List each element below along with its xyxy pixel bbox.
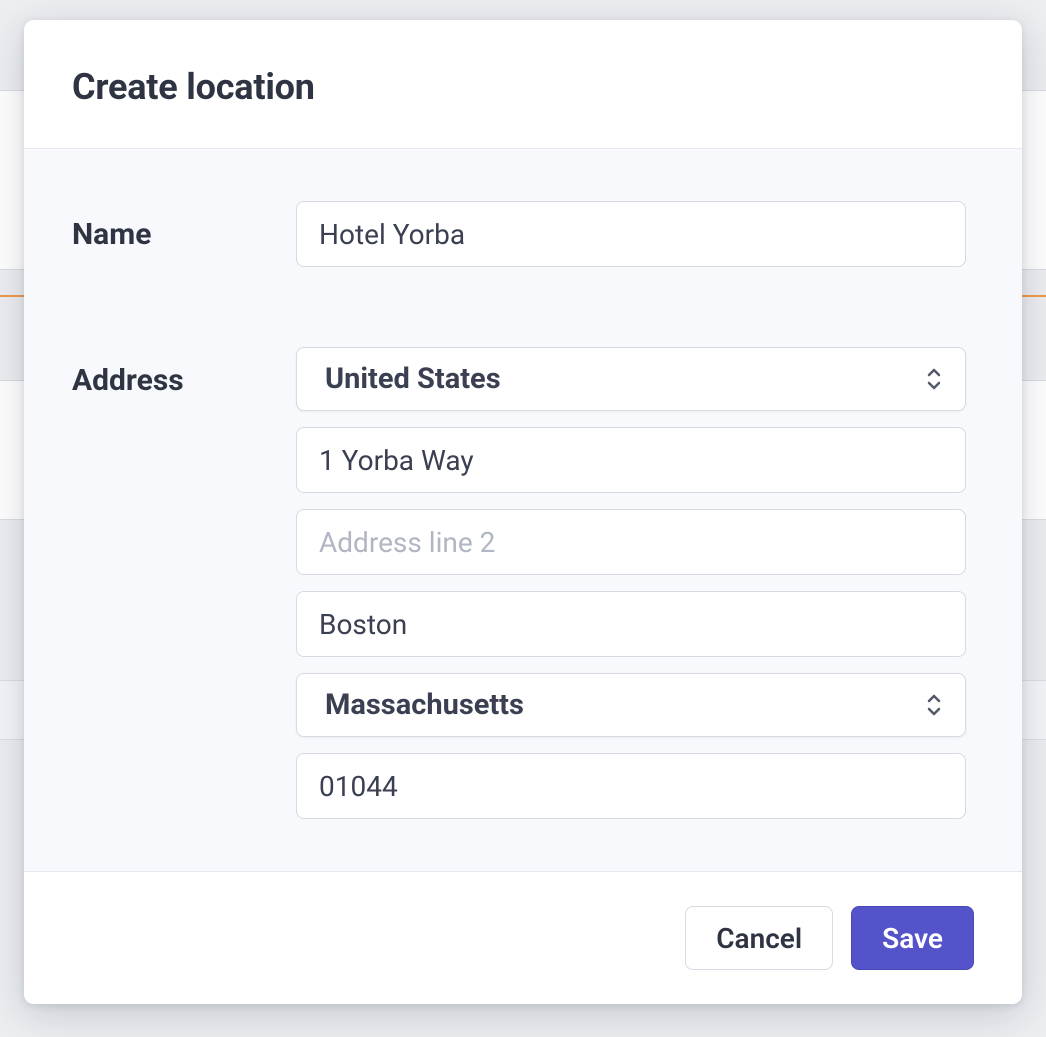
create-location-modal: Create location Name Address United Stat…	[24, 20, 1022, 1004]
address-line2-input[interactable]	[296, 509, 966, 575]
address-label: Address	[72, 347, 272, 398]
country-select[interactable]: United States	[296, 347, 966, 411]
modal-title: Create location	[72, 66, 974, 108]
state-select-value: Massachusetts	[325, 688, 524, 722]
name-label: Name	[72, 201, 272, 252]
cancel-button[interactable]: Cancel	[685, 906, 833, 970]
save-button[interactable]: Save	[851, 906, 974, 970]
name-input[interactable]	[296, 201, 966, 267]
form-row-address: Address United States	[72, 347, 966, 819]
state-select[interactable]: Massachusetts	[296, 673, 966, 737]
modal-header: Create location	[24, 20, 1022, 149]
country-select-wrap: United States	[296, 347, 966, 411]
modal-body: Name Address United States	[24, 149, 1022, 871]
modal-footer: Cancel Save	[24, 871, 1022, 1004]
city-input[interactable]	[296, 591, 966, 657]
country-select-value: United States	[325, 362, 501, 396]
state-select-wrap: Massachusetts	[296, 673, 966, 737]
postal-input[interactable]	[296, 753, 966, 819]
form-row-name: Name	[72, 201, 966, 267]
address-line1-input[interactable]	[296, 427, 966, 493]
